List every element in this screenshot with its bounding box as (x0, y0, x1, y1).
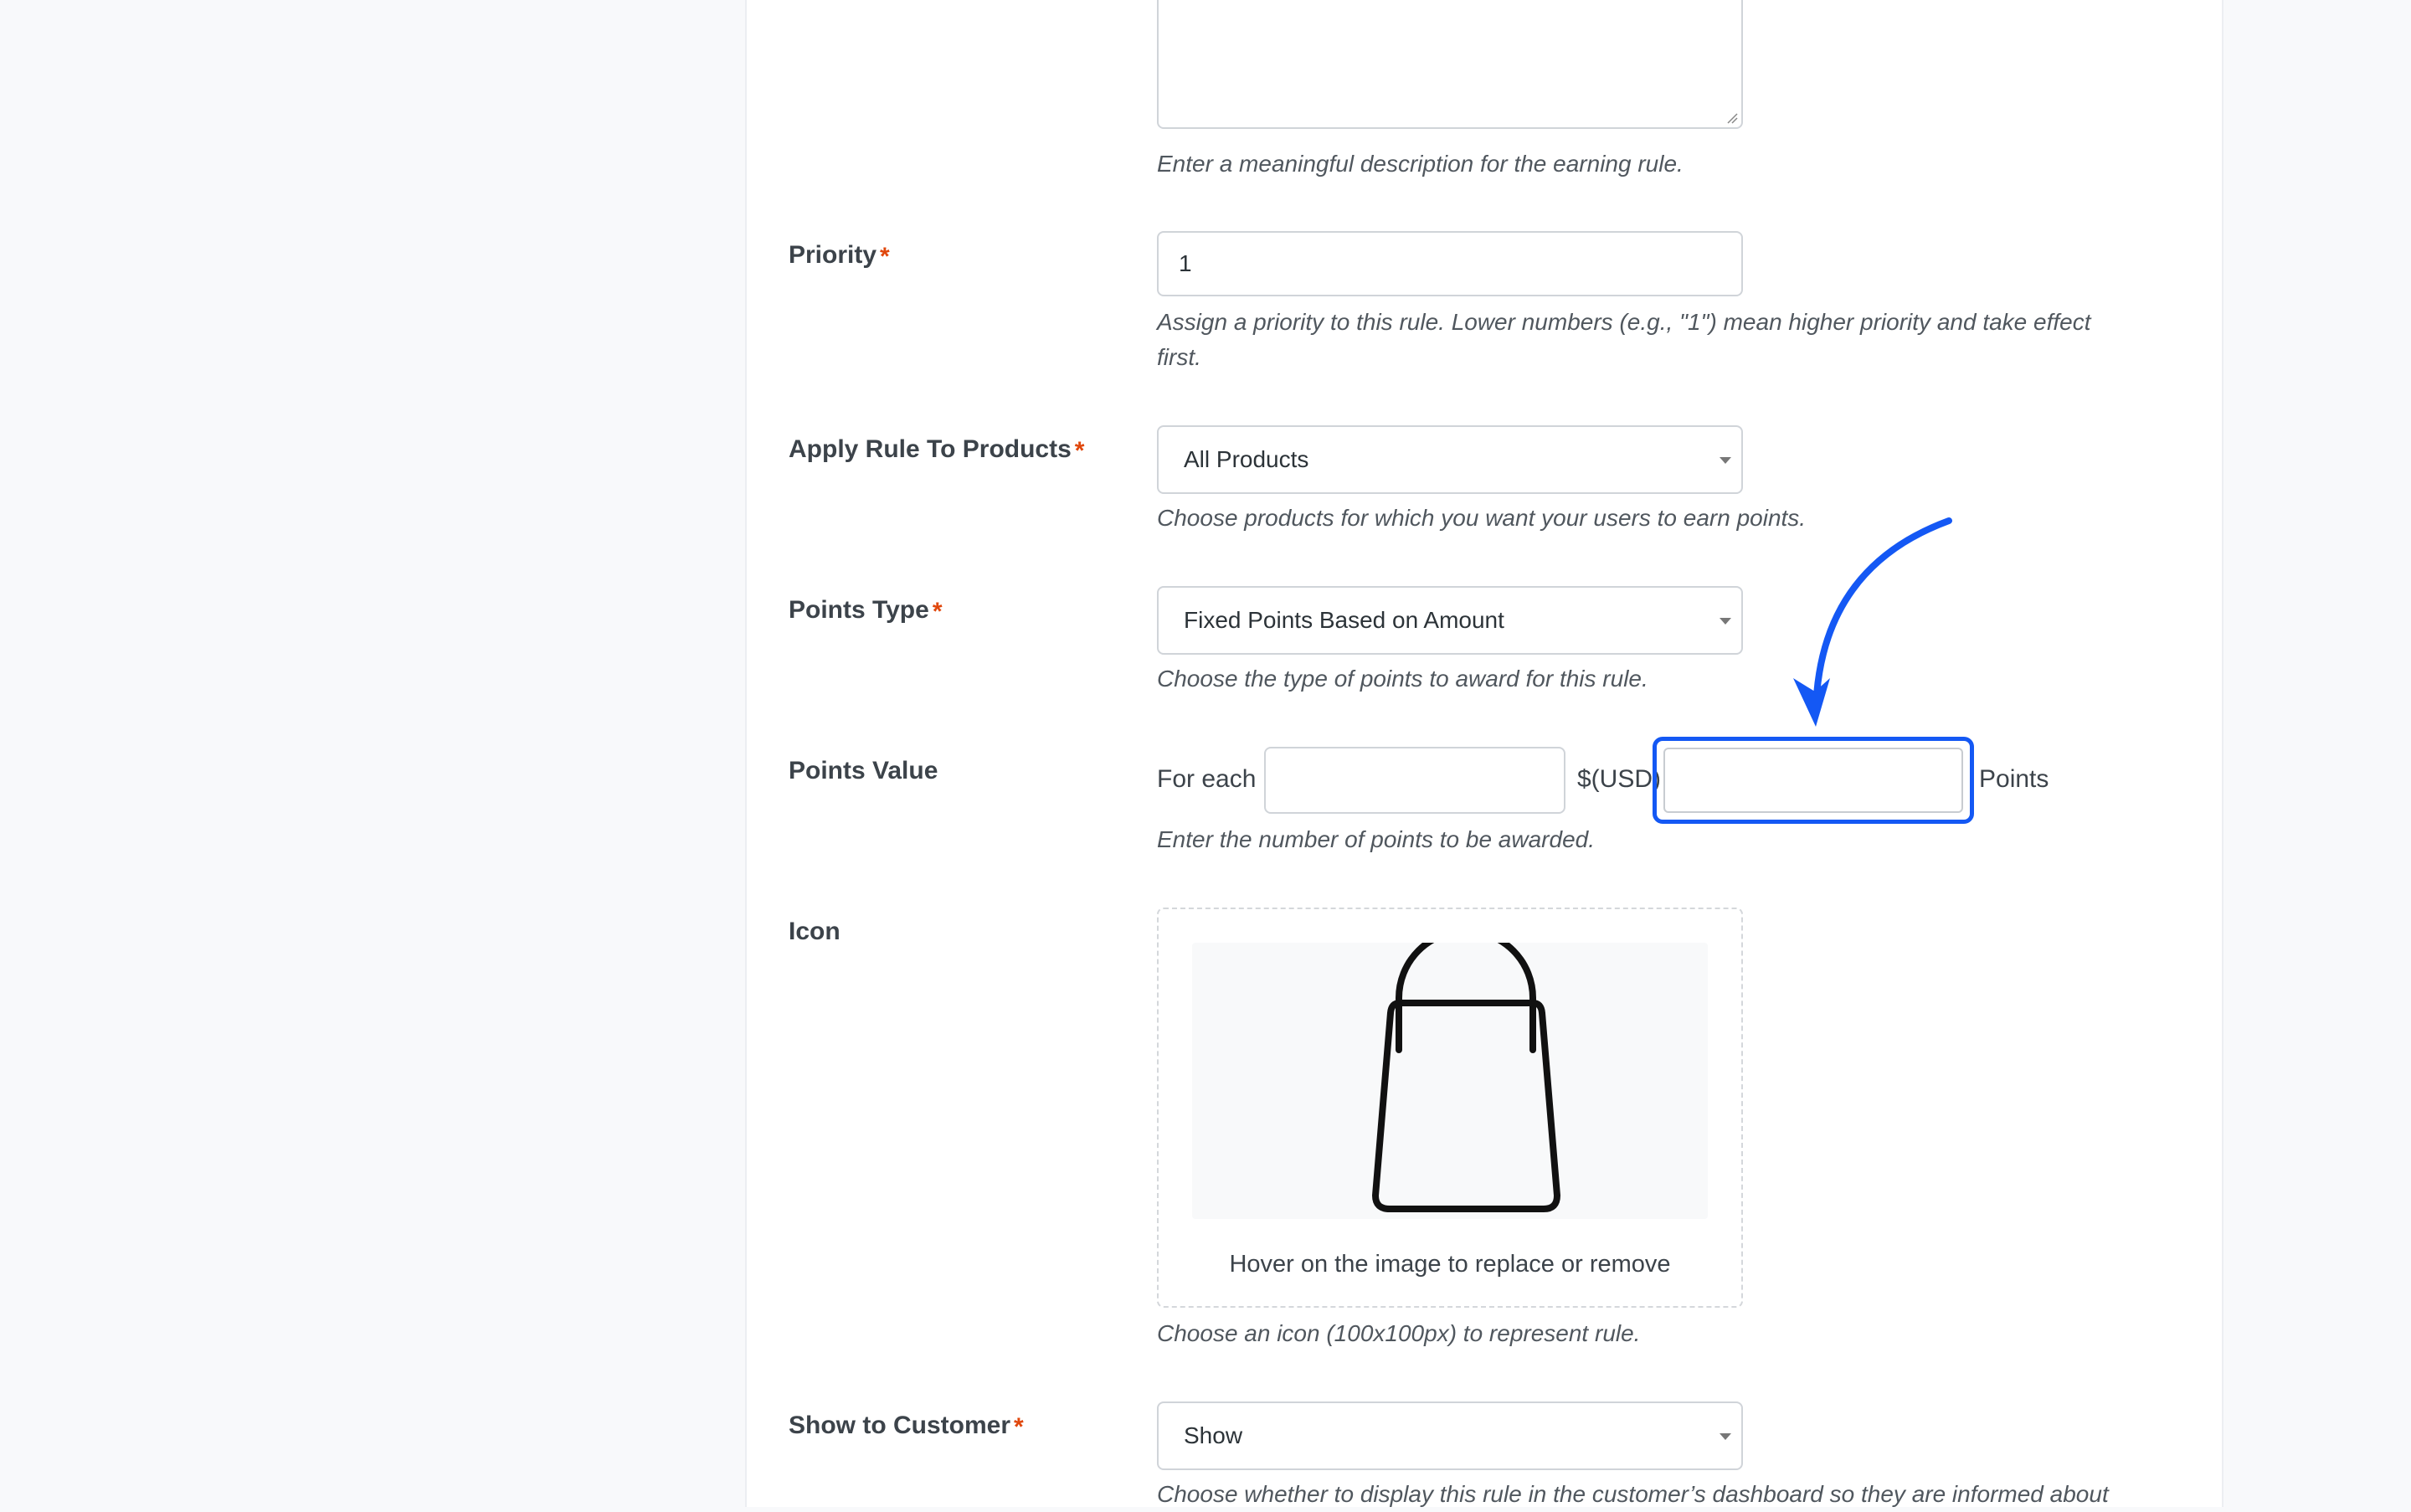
points-suffix-text: Points (1979, 765, 2049, 793)
required-marker: * (932, 598, 943, 625)
chevron-down-icon (1720, 1433, 1731, 1440)
required-marker: * (1014, 1413, 1024, 1441)
chevron-down-icon (1720, 618, 1731, 625)
points-input[interactable] (1663, 748, 1963, 813)
apply-rule-hint: Choose products for which you want your … (1157, 505, 1807, 531)
for-each-text: For each (1157, 765, 1257, 793)
description-textarea[interactable] (1157, 0, 1743, 129)
apply-rule-selected: All Products (1184, 446, 1309, 472)
icon-preview[interactable] (1192, 928, 1708, 1219)
resize-handle-icon[interactable] (1726, 112, 1738, 124)
points-type-select[interactable]: Fixed Points Based on Amount (1157, 586, 1743, 655)
points-type-selected: Fixed Points Based on Amount (1184, 607, 1504, 633)
chevron-down-icon (1720, 457, 1731, 464)
currency-text: $(USD) (1577, 765, 1662, 793)
apply-rule-label-text: Apply Rule To Products (789, 435, 1072, 463)
priority-label-text: Priority (789, 241, 877, 269)
shopping-bag-icon (1372, 928, 1560, 1212)
required-marker: * (1074, 437, 1085, 465)
show-to-customer-selected: Show (1184, 1422, 1243, 1448)
points-value-hint: Enter the number of points to be awarded… (1157, 826, 1595, 852)
priority-hint: Assign a priority to this rule. Lower nu… (1157, 305, 2162, 375)
priority-hint-line2: first. (1157, 344, 1201, 370)
icon-hint: Choose an icon (100x100px) to represent … (1157, 1320, 1641, 1346)
show-to-customer-label-text: Show to Customer (789, 1412, 1011, 1439)
show-to-customer-label: Show to Customer * (789, 1412, 1024, 1441)
priority-hint-line1: Assign a priority to this rule. Lower nu… (1157, 309, 2091, 335)
amount-input[interactable] (1264, 747, 1565, 814)
icon-label: Icon (789, 918, 841, 945)
points-type-label: Points Type * (789, 596, 943, 625)
points-input-highlight (1653, 737, 1974, 824)
required-marker: * (880, 243, 890, 270)
apply-rule-select[interactable]: All Products (1157, 425, 1743, 494)
show-to-customer-select[interactable]: Show (1157, 1401, 1743, 1470)
description-hint: Enter a meaningful description for the e… (1157, 151, 1684, 177)
points-type-label-text: Points Type (789, 596, 929, 624)
icon-uploader[interactable]: Hover on the image to replace or remove (1157, 908, 1743, 1308)
priority-label: Priority * (789, 241, 890, 270)
highlight-arrow-icon (1793, 517, 1952, 727)
apply-rule-label: Apply Rule To Products * (789, 435, 1085, 465)
points-value-label: Points Value (789, 757, 938, 784)
icon-hover-text: Hover on the image to replace or remove (1229, 1251, 1671, 1278)
priority-input[interactable]: 1 (1157, 231, 1743, 296)
points-type-hint: Choose the type of points to award for t… (1157, 666, 1648, 692)
